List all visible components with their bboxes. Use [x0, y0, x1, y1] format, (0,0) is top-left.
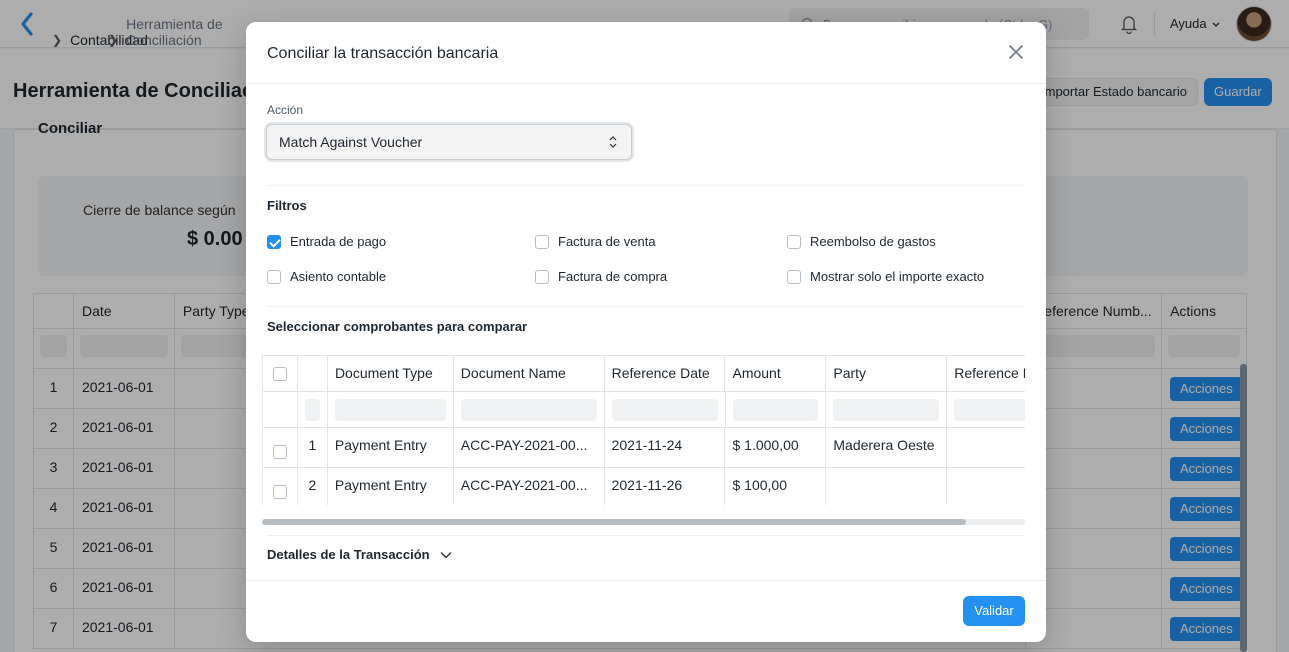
- table-row[interactable]: 1 Payment Entry ACC-PAY-2021-00... 2021-11-…: [263, 428, 1025, 468]
- select-all-cell: [263, 356, 298, 391]
- filter-input[interactable]: [304, 399, 320, 421]
- checkbox-label: Reembolso de gastos: [810, 234, 936, 249]
- row-reference-date: 2021-11-24: [605, 428, 726, 467]
- filter-input[interactable]: [334, 399, 446, 421]
- details-label: Detalles de la Transacción: [267, 547, 430, 562]
- filter-input[interactable]: [954, 399, 1025, 421]
- checkbox-label: Factura de compra: [558, 269, 668, 284]
- row-document-name[interactable]: ACC-PAY-2021-00...: [454, 428, 605, 467]
- select-all-checkbox[interactable]: [272, 366, 287, 381]
- checkbox-label: Asiento contable: [290, 269, 387, 284]
- row-party: Maderera Oeste: [826, 428, 948, 467]
- filter-entrada-pago[interactable]: Entrada de pago: [267, 234, 386, 249]
- grid-header: Document Type Document Name Reference Da…: [263, 356, 1025, 392]
- select-updown-icon: [609, 136, 617, 148]
- row-reference-number: [947, 468, 1025, 505]
- filters-title: Filtros: [267, 198, 307, 213]
- header-reference-date[interactable]: Reference Date: [605, 356, 726, 391]
- row-document-type: Payment Entry: [328, 428, 454, 467]
- submit-button[interactable]: Validar: [963, 596, 1025, 626]
- action-select[interactable]: Match Against Voucher: [266, 124, 632, 160]
- dialog-header: Conciliar la transacción bancaria: [246, 22, 1046, 84]
- table-row[interactable]: 2 Payment Entry ACC-PAY-2021-00... 2021-11-…: [263, 468, 1025, 505]
- header-party[interactable]: Party: [826, 356, 948, 391]
- header-amount[interactable]: Amount: [725, 356, 827, 391]
- header-document-name[interactable]: Document Name: [454, 356, 605, 391]
- checkbox-label: Factura de venta: [558, 234, 656, 249]
- divider: [267, 306, 1025, 307]
- divider: [267, 535, 1025, 536]
- filter-input[interactable]: [732, 399, 819, 421]
- row-amount: $ 100,00: [725, 468, 827, 505]
- row-index: 2: [298, 468, 328, 505]
- row-party: [826, 468, 948, 505]
- row-checkbox[interactable]: [272, 485, 287, 499]
- row-index: 1: [298, 428, 328, 467]
- filter-reembolso-gastos[interactable]: Reembolso de gastos: [787, 234, 936, 249]
- dialog-title: Conciliar la transacción bancaria: [267, 45, 499, 62]
- checkbox[interactable]: [267, 269, 281, 284]
- row-select-cell: [263, 468, 298, 505]
- header-document-type[interactable]: Document Type: [328, 356, 454, 391]
- checkbox[interactable]: [535, 269, 549, 284]
- close-icon[interactable]: [1006, 42, 1026, 62]
- reconcile-dialog: Conciliar la transacción bancaria Acción…: [246, 22, 1046, 642]
- row-document-type: Payment Entry: [328, 468, 454, 505]
- checkbox-label: Entrada de pago: [290, 234, 387, 249]
- dialog-footer: [246, 580, 1046, 642]
- row-select-cell: [263, 428, 298, 467]
- grid-filter-row: [263, 392, 1025, 428]
- action-select-value: Match Against Voucher: [279, 134, 423, 150]
- header-index: [298, 356, 328, 391]
- row-document-name[interactable]: ACC-PAY-2021-00...: [454, 468, 605, 505]
- checkbox-label: Mostrar solo el importe exacto: [810, 269, 985, 284]
- filter-input[interactable]: [833, 399, 940, 421]
- filter-input[interactable]: [460, 399, 597, 421]
- row-checkbox[interactable]: [272, 445, 287, 459]
- row-amount: $ 1.000,00: [725, 428, 827, 467]
- horizontal-scrollbar[interactable]: [262, 519, 1025, 525]
- row-reference-date: 2021-11-26: [605, 468, 726, 505]
- row-reference-number: [947, 428, 1025, 467]
- divider: [267, 185, 1025, 186]
- filter-input[interactable]: [611, 399, 718, 421]
- scrollbar-thumb[interactable]: [262, 519, 966, 525]
- checkbox[interactable]: [535, 234, 549, 249]
- header-reference-number[interactable]: Reference N: [947, 356, 1025, 391]
- checkbox[interactable]: [267, 234, 281, 249]
- chevron-down-icon: [440, 551, 452, 558]
- filter-factura-venta[interactable]: Factura de venta: [535, 234, 656, 249]
- filter-importe-exacto[interactable]: Mostrar solo el importe exacto: [787, 269, 984, 284]
- filter-factura-compra[interactable]: Factura de compra: [535, 269, 667, 284]
- action-label: Acción: [267, 103, 304, 117]
- vouchers-grid: Document Type Document Name Reference Da…: [262, 355, 1025, 505]
- transaction-details-toggle[interactable]: Detalles de la Transacción: [267, 547, 452, 562]
- checkbox[interactable]: [787, 269, 801, 284]
- vouchers-title: Seleccionar comprobantes para comparar: [267, 319, 528, 334]
- filter-asiento-contable[interactable]: Asiento contable: [267, 269, 386, 284]
- checkbox[interactable]: [787, 234, 801, 249]
